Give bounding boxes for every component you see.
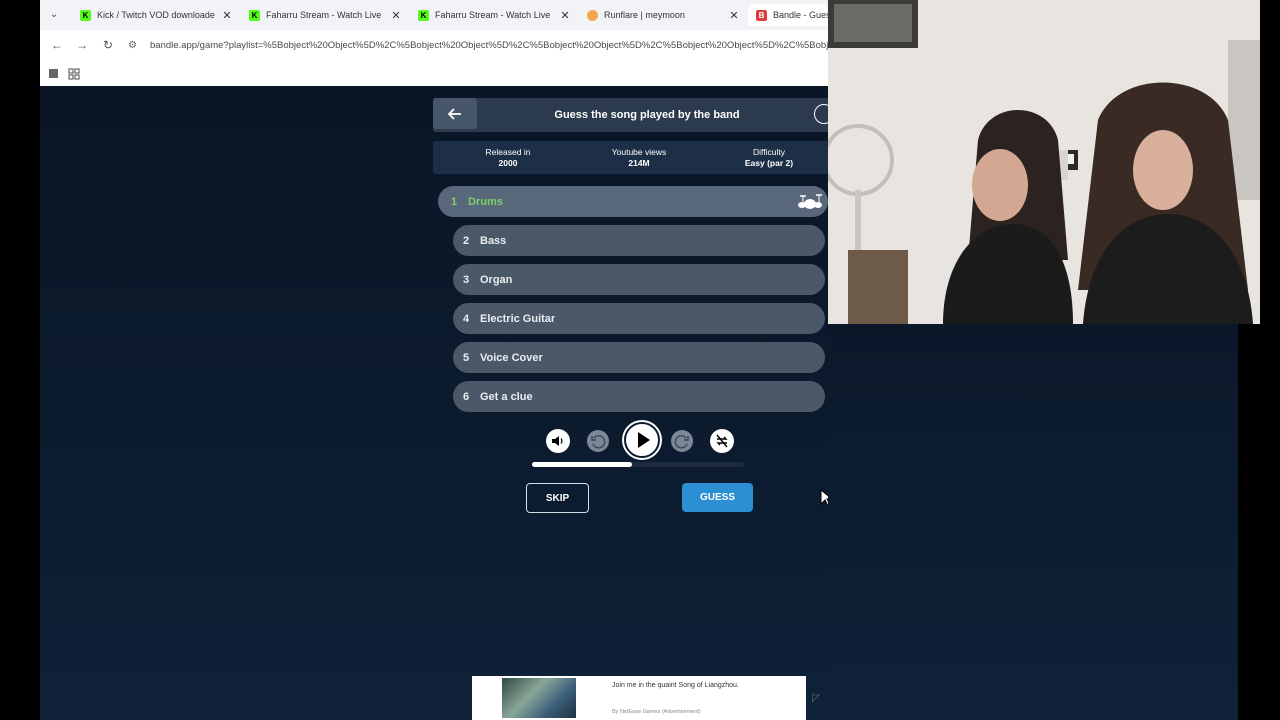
repeat-off-icon — [716, 434, 728, 448]
tab-label: Bandle - Guess — [773, 10, 828, 20]
track-organ[interactable]: 3 Organ — [453, 264, 825, 295]
info-label: Difficulty — [753, 147, 785, 157]
track-name: Get a clue — [480, 390, 533, 403]
guess-button[interactable]: GUESS — [682, 483, 753, 512]
bookmarks-bar — [40, 60, 828, 86]
skip-button[interactable]: SKIP — [526, 483, 589, 513]
page-background-extension — [828, 324, 1238, 720]
advertisement-banner[interactable]: Join me in the quaint Song of Liangzhou.… — [472, 676, 806, 720]
kick-favicon-icon: K — [418, 9, 429, 21]
close-tab-icon[interactable]: ✕ — [390, 9, 402, 22]
info-value: Easy (par 2) — [744, 158, 794, 168]
tab-label: Faharru Stream - Watch Live on — [266, 10, 384, 20]
site-settings-icon[interactable]: ⚙ — [128, 40, 142, 51]
info-difficulty: Difficulty Easy (par 2) — [704, 147, 828, 169]
close-tab-icon[interactable]: ✕ — [559, 9, 571, 22]
tab-label: Kick / Twitch VOD downloader — [97, 10, 215, 20]
ad-sponsor: By NetEase Games (Advertisement) — [612, 709, 701, 715]
info-label: Released in — [485, 147, 531, 157]
apps-grid-icon[interactable] — [68, 67, 80, 80]
forward-button[interactable] — [671, 430, 693, 452]
kick-favicon-icon: K — [249, 9, 260, 21]
drum-kit-icon — [798, 194, 822, 209]
tab-3[interactable]: K Faharru Stream - Watch Live on ✕ — [410, 4, 574, 26]
browser-toolbar: ← → ↻ ⚙ bandle.app/game?playlist=%5Bobje… — [40, 30, 828, 60]
info-label: Youtube views — [611, 147, 667, 157]
play-button[interactable] — [624, 422, 660, 458]
profile-icon[interactable] — [814, 104, 828, 124]
tab-1[interactable]: K Kick / Twitch VOD downloader ✕ — [72, 4, 236, 26]
fast-forward-icon — [674, 435, 689, 449]
track-get-a-clue[interactable]: 6 Get a clue — [453, 381, 825, 412]
arrow-left-icon — [447, 108, 461, 120]
playback-progress-fill — [532, 462, 632, 467]
track-number: 3 — [463, 273, 470, 286]
game-title: Guess the song played by the band — [554, 109, 740, 121]
webcam-image — [828, 0, 1260, 324]
play-icon — [638, 432, 650, 448]
volume-button[interactable] — [546, 429, 570, 453]
tab-2[interactable]: K Faharru Stream - Watch Live on ✕ — [241, 4, 405, 26]
info-youtube-views: Youtube views 214M — [574, 147, 704, 169]
game-header: Guess the song played by the band — [433, 98, 828, 132]
info-value: 2000 — [498, 158, 518, 168]
url-text: bandle.app/game?playlist=%5Bobject%20Obj… — [150, 39, 828, 51]
rewind-button[interactable] — [587, 430, 609, 452]
screen: ⌄ K Kick / Twitch VOD downloader ✕ K Fah… — [0, 0, 1280, 720]
repeat-toggle-button[interactable] — [710, 429, 734, 453]
ad-image — [502, 678, 576, 718]
kick-favicon-icon: K — [80, 9, 91, 21]
close-tab-icon[interactable]: ✕ — [728, 9, 740, 22]
bandle-page: Guess the song played by the band Releas… — [40, 86, 828, 720]
mouse-cursor-icon — [820, 489, 828, 507]
song-info-bar: Released in 2000 Youtube views 214M Diff… — [433, 141, 828, 174]
back-button[interactable] — [433, 98, 477, 129]
close-tab-icon[interactable]: ✕ — [221, 9, 233, 22]
webcam-overlay — [828, 0, 1260, 324]
tab-5-active[interactable]: B Bandle - Guess — [748, 4, 828, 26]
track-name: Drums — [468, 195, 503, 208]
ad-text: Join me in the quaint Song of Liangzhou. — [612, 682, 739, 689]
tab-label: Faharru Stream - Watch Live on — [435, 10, 553, 20]
track-voice-cover[interactable]: 5 Voice Cover — [453, 342, 825, 373]
speaker-icon — [552, 436, 563, 446]
tab-label: Runflare | meymoon — [604, 10, 685, 20]
track-name: Organ — [480, 273, 513, 286]
track-name: Voice Cover — [480, 351, 543, 364]
track-number: 4 — [463, 312, 470, 325]
bandle-favicon-icon: B — [756, 9, 767, 21]
track-number: 2 — [463, 234, 470, 247]
tab-search-dropdown-icon[interactable]: ⌄ — [46, 7, 62, 23]
playback-progress-bar[interactable] — [532, 462, 744, 467]
track-drums-active[interactable]: 1 Drums — [438, 186, 828, 217]
info-value: 214M — [628, 158, 650, 168]
player-controls — [546, 422, 736, 458]
track-bass[interactable]: 2 Bass — [453, 225, 825, 256]
bookmark-folder-icon[interactable] — [48, 67, 60, 79]
ad-choices-icon[interactable]: ◸ — [812, 693, 820, 704]
info-released: Released in 2000 — [443, 147, 573, 169]
track-electric-guitar[interactable]: 4 Electric Guitar — [453, 303, 825, 334]
track-number: 6 — [463, 390, 470, 403]
reload-icon[interactable]: ↻ — [99, 36, 117, 54]
browser-window: ⌄ K Kick / Twitch VOD downloader ✕ K Fah… — [40, 0, 828, 86]
tab-4[interactable]: Runflare | meymoon ✕ — [579, 4, 743, 26]
track-number: 5 — [463, 351, 470, 364]
rewind-icon — [591, 435, 606, 449]
back-arrow-icon[interactable]: ← — [48, 36, 66, 54]
track-name: Electric Guitar — [480, 312, 556, 325]
track-number: 1 — [451, 195, 458, 208]
forward-arrow-icon[interactable]: → — [73, 36, 91, 54]
track-name: Bass — [480, 234, 507, 247]
runflare-favicon-icon — [587, 9, 598, 21]
address-bar[interactable]: ⚙ bandle.app/game?playlist=%5Bobject%20O… — [128, 34, 828, 56]
tab-bar: ⌄ K Kick / Twitch VOD downloader ✕ K Fah… — [40, 0, 828, 30]
